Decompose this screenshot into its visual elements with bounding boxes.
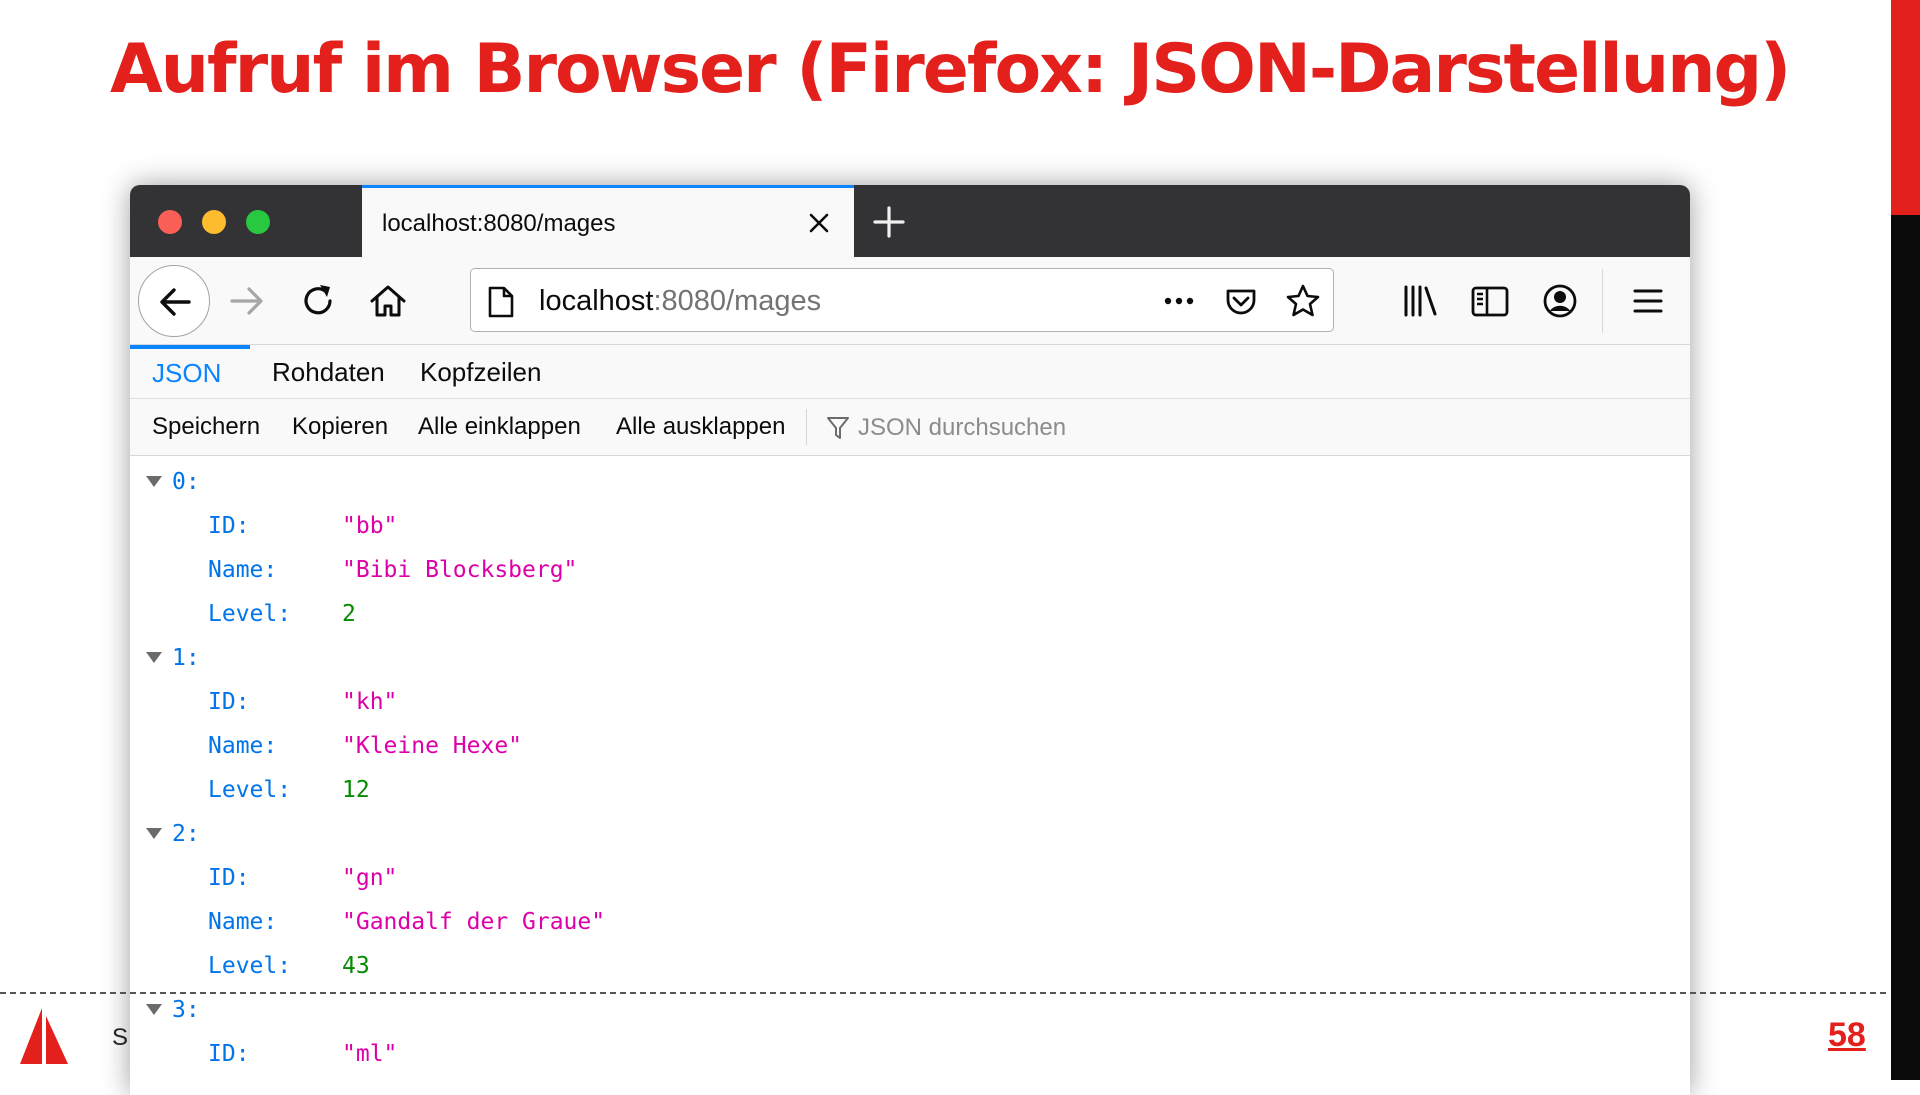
expand-toggle-icon[interactable] [146,1004,162,1015]
json-value: "ml" [342,1041,398,1067]
url-host: localhost [539,285,654,317]
json-key: Name: [208,557,278,583]
account-icon[interactable] [1538,279,1582,323]
json-value: "kh" [342,689,398,715]
back-button[interactable] [138,265,210,337]
json-key: Level: [208,777,292,803]
json-key: ID: [208,513,250,539]
json-key: ID: [208,689,250,715]
reload-icon[interactable] [296,279,340,323]
arrow-right-icon[interactable] [226,279,270,323]
json-value: 2 [342,601,356,627]
window-zoom-button[interactable] [246,210,270,234]
plus-icon[interactable] [870,203,908,241]
accent-bar-red [1891,0,1920,215]
json-filter-input[interactable] [856,409,1260,447]
json-index: 3: [172,997,200,1023]
json-key: ID: [208,865,250,891]
json-key: Name: [208,733,278,759]
json-index: 2: [172,821,200,847]
json-value: "Gandalf der Graue" [342,909,606,935]
json-value: 12 [342,777,370,803]
logo-icon [20,1008,68,1064]
footer-divider [0,992,1886,994]
star-icon[interactable] [1285,283,1321,319]
close-icon[interactable] [804,208,834,238]
json-key: Name: [208,909,278,935]
save-button[interactable]: Speichern [152,413,260,441]
json-value: "Kleine Hexe" [342,733,523,759]
json-value: "gn" [342,865,398,891]
home-icon[interactable] [366,279,410,323]
expand-toggle-icon[interactable] [146,652,162,663]
filter-icon [827,417,849,439]
sidebar-icon[interactable] [1468,279,1512,323]
expand-toggle-icon[interactable] [146,476,162,487]
pocket-icon[interactable] [1223,283,1259,319]
url-path: :8080/mages [653,285,822,317]
accent-bar-black [1891,215,1920,1080]
json-index: 0: [172,469,200,495]
url-bar[interactable]: localhost:8080/mages [470,268,1334,332]
footer-text: S [112,1024,129,1051]
navigation-bar: localhost:8080/mages [130,257,1690,345]
json-viewer-tabs: JSON Rohdaten Kopfzeilen [130,345,1690,399]
arrow-left-icon [160,288,191,316]
toolbar-separator [806,409,807,445]
json-key: Level: [208,953,292,979]
toolbar-divider [1602,269,1603,333]
json-tree: 0: ID: "bb" Name: "Bibi Blocksberg" Level: 2 1:… [130,456,1690,1095]
tab-kopfzeilen[interactable]: Kopfzeilen [398,345,563,398]
title-bar: localhost:8080/mages [130,185,1690,257]
menu-icon[interactable] [1626,279,1670,323]
tab-title: localhost:8080/mages [382,210,616,237]
expand-all-button[interactable]: Alle ausklappen [616,413,785,441]
more-icon[interactable] [1161,283,1197,319]
copy-button[interactable]: Kopieren [292,413,388,441]
json-key: ID: [208,1041,250,1067]
url-text[interactable]: localhost:8080/mages [539,285,821,318]
tab-rohdaten[interactable]: Rohdaten [250,345,407,398]
json-value: "bb" [342,513,398,539]
json-toolbar: Speichern Kopieren Alle einklappen Alle … [130,399,1690,456]
window-minimize-button[interactable] [202,210,226,234]
json-value: "Bibi Blocksberg" [342,557,578,583]
page-number: 58 [1828,1016,1866,1054]
collapse-all-button[interactable]: Alle einklappen [418,413,581,441]
tab-json[interactable]: JSON [130,345,250,398]
library-icon[interactable] [1398,279,1442,323]
window-close-button[interactable] [158,210,182,234]
expand-toggle-icon[interactable] [146,828,162,839]
json-value: 43 [342,953,370,979]
page-icon [488,286,514,318]
slide-title: Aufruf im Browser (Firefox: JSON-Darstel… [110,30,1791,109]
tab-active[interactable]: localhost:8080/mages [362,185,854,257]
json-key: Level: [208,601,292,627]
browser-window: localhost:8080/mages localhost:8080/mage… [130,185,1690,1095]
json-index: 1: [172,645,200,671]
